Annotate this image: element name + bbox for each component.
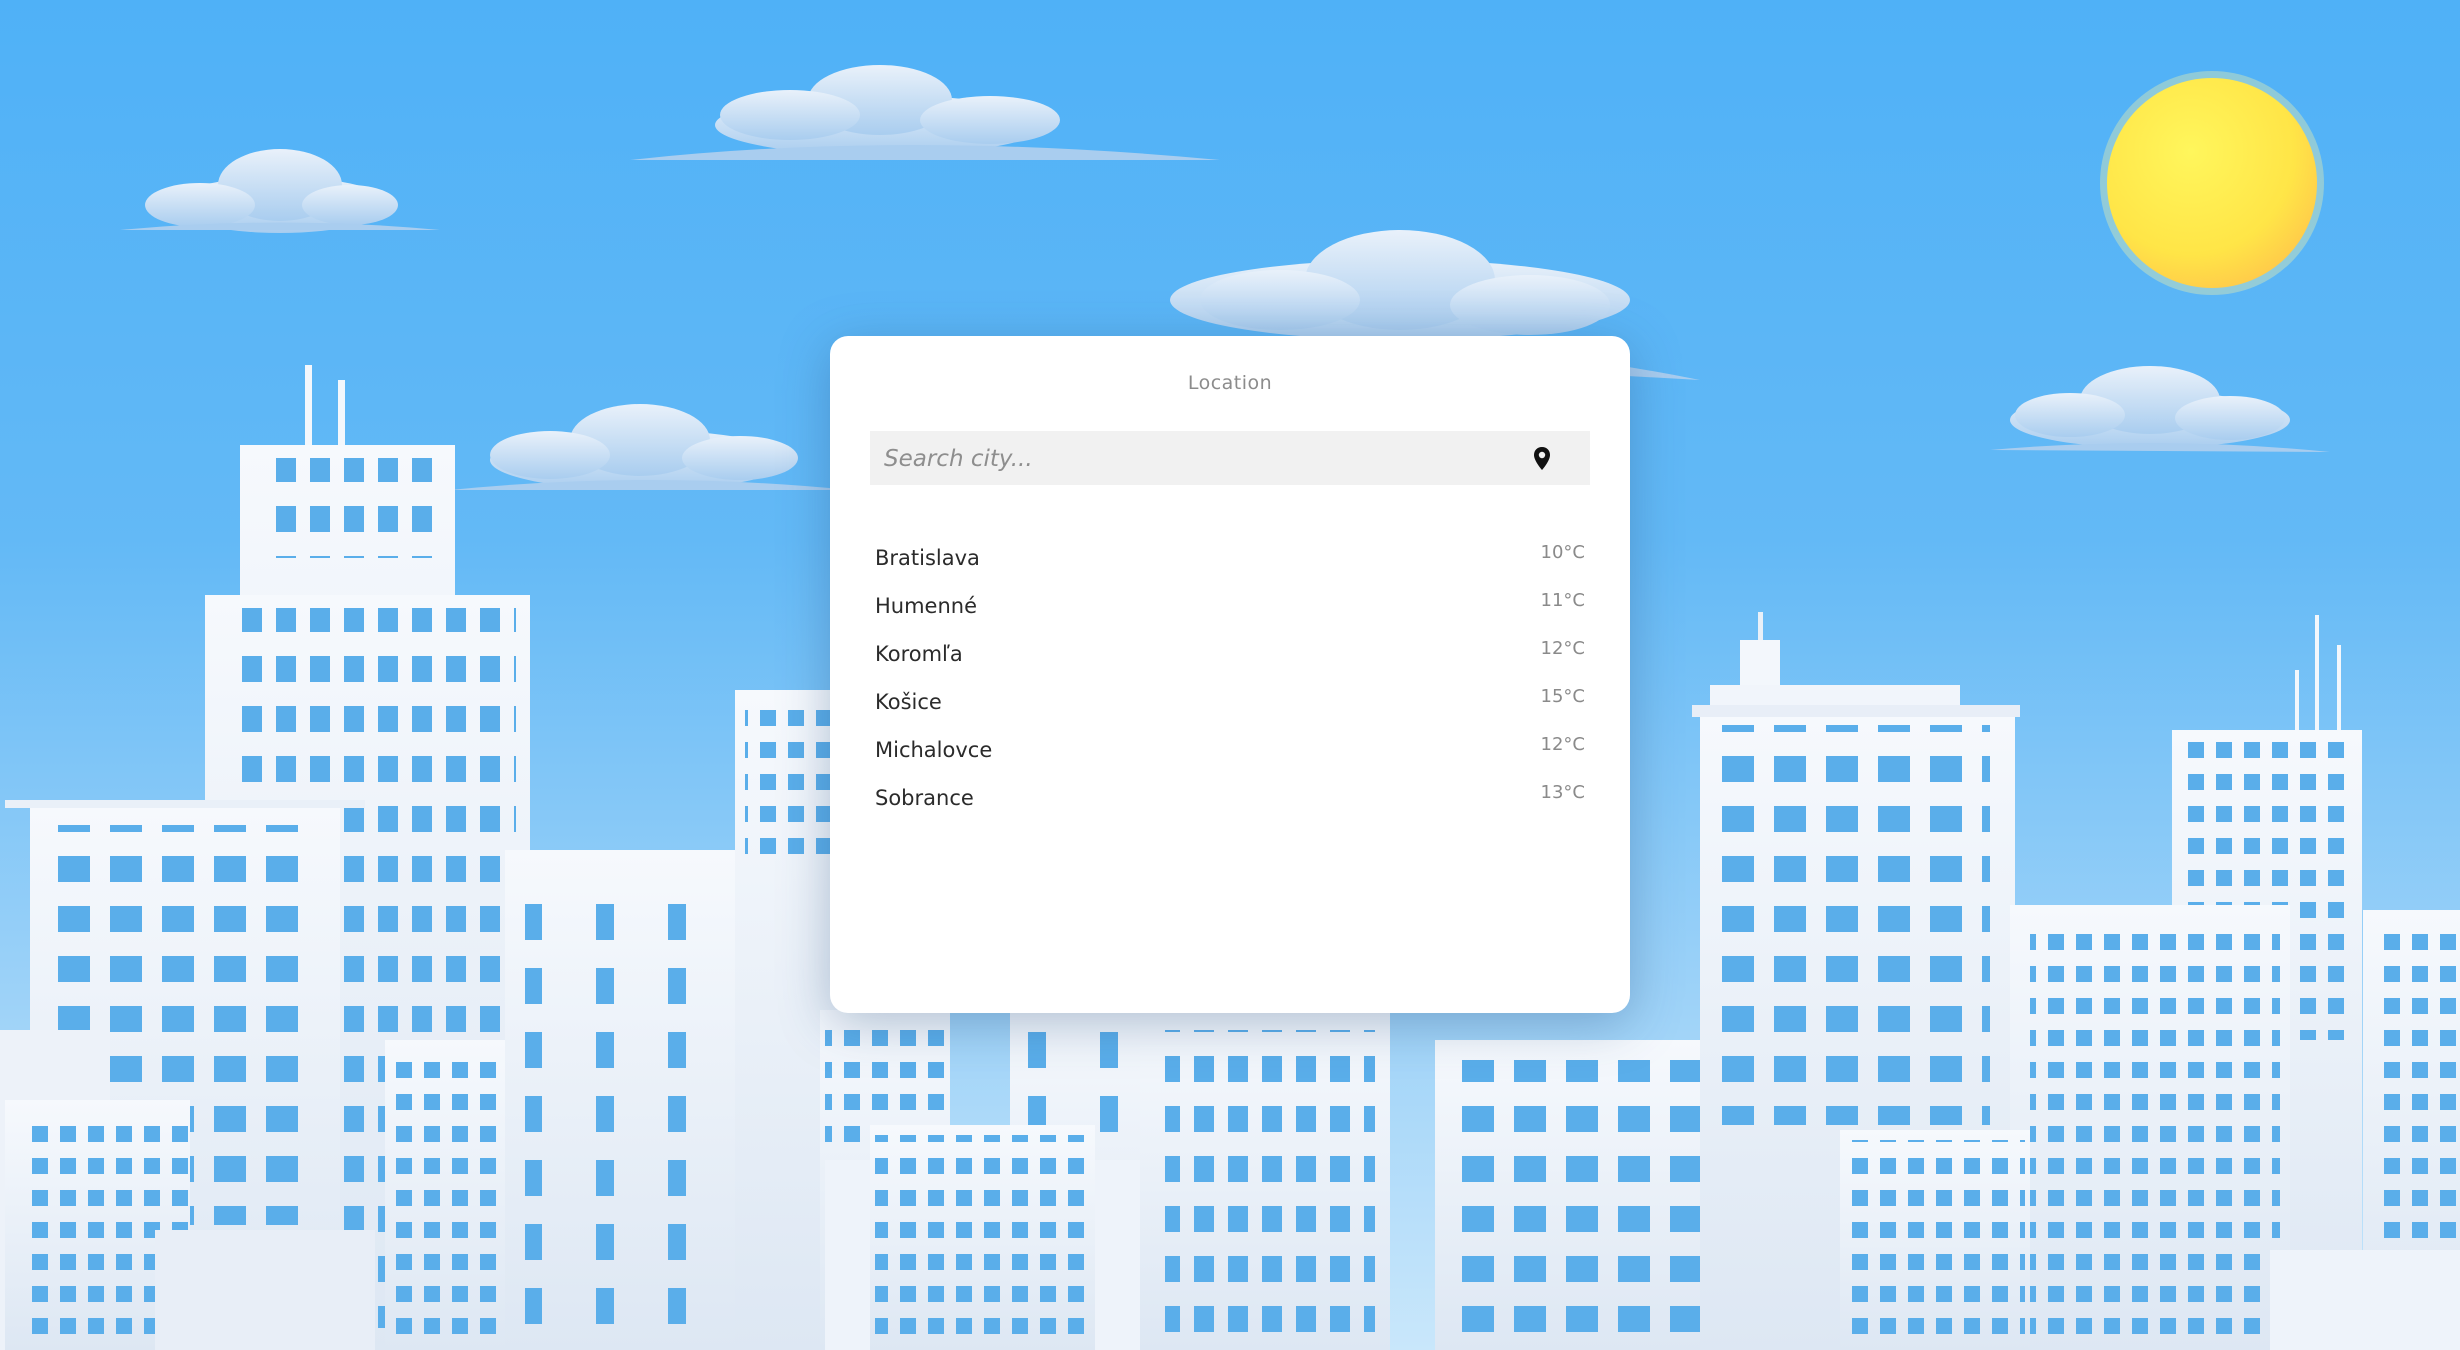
city-list-item[interactable]: Humenné 11°C bbox=[875, 584, 1585, 632]
city-list-item[interactable]: Michalovce 12°C bbox=[875, 728, 1585, 776]
city-temperature: 15°C bbox=[1540, 686, 1585, 707]
location-pin-icon[interactable] bbox=[1532, 446, 1552, 472]
sun-icon bbox=[2100, 71, 2324, 295]
panel-title: Location bbox=[1187, 372, 1273, 394]
search-box bbox=[870, 431, 1590, 487]
city-temperature: 10°C bbox=[1540, 542, 1585, 563]
city-name: Bratislava bbox=[875, 546, 980, 570]
city-name: Michalovce bbox=[875, 738, 993, 762]
search-city-input[interactable] bbox=[882, 431, 1526, 487]
city-temperature: 13°C bbox=[1540, 782, 1585, 803]
city-name: Humenné bbox=[875, 594, 978, 618]
city-temperature: 12°C bbox=[1540, 734, 1585, 755]
city-name: Košice bbox=[875, 690, 942, 714]
city-list-item[interactable]: Sobrance 13°C bbox=[875, 776, 1585, 824]
city-temperature: 12°C bbox=[1540, 638, 1585, 659]
city-name: Koromľa bbox=[875, 642, 963, 666]
city-list-item[interactable]: Koromľa 12°C bbox=[875, 632, 1585, 680]
location-panel: Location Bratislava 10°C Humenné 11°C Ko… bbox=[830, 336, 1630, 1013]
city-list-item[interactable]: Bratislava 10°C bbox=[875, 536, 1585, 584]
city-name: Sobrance bbox=[875, 786, 974, 810]
building-bottom-center bbox=[825, 1010, 1785, 1350]
city-list-item[interactable]: Košice 15°C bbox=[875, 680, 1585, 728]
city-list: Bratislava 10°C Humenné 11°C Koromľa 12°… bbox=[875, 536, 1585, 824]
city-temperature: 11°C bbox=[1540, 590, 1585, 611]
